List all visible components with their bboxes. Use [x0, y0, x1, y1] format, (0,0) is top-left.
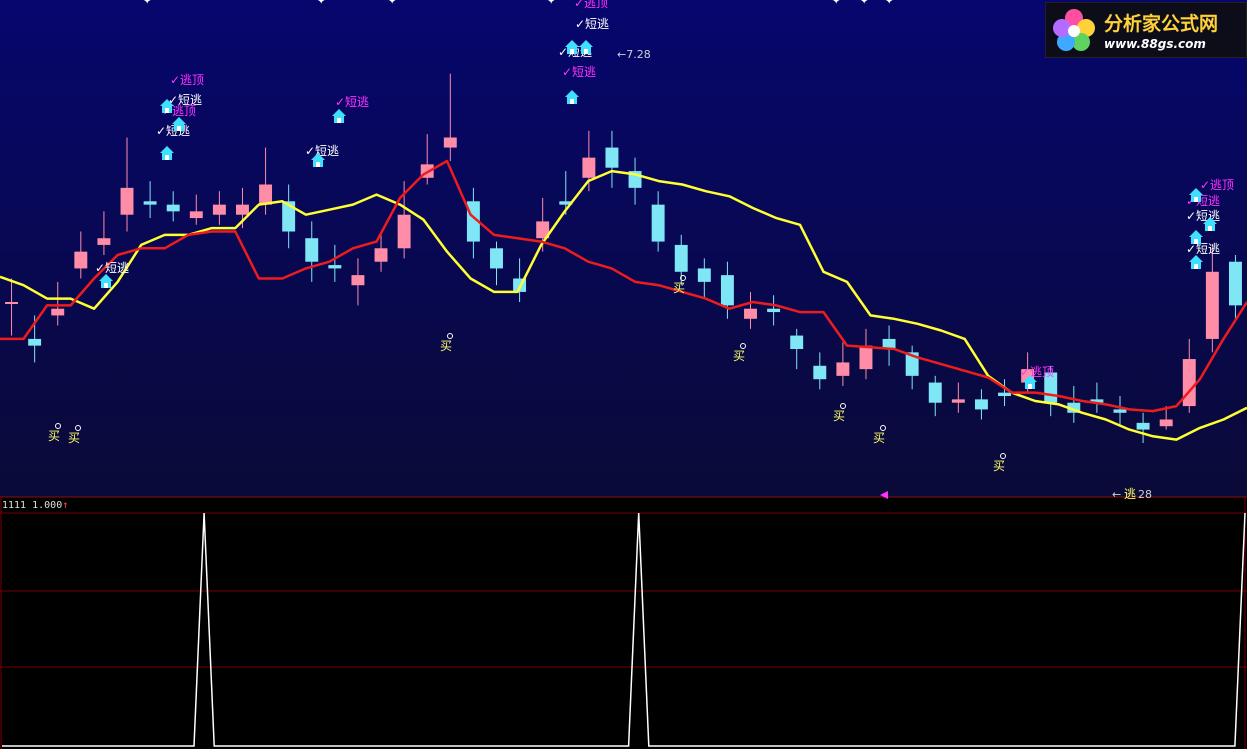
sub-panel-bg	[0, 497, 1247, 749]
candle-body	[443, 137, 457, 148]
short-escape-label: ✓短逃	[305, 144, 339, 158]
candle-body	[674, 244, 688, 272]
short-escape-label: ✓短逃	[335, 95, 369, 109]
short-escape-label: ✓短逃	[1186, 209, 1220, 223]
candle-body	[28, 338, 42, 346]
short-escape-label: ✓短逃	[95, 261, 129, 275]
buy-signal-label: 买	[673, 281, 685, 295]
buy-signal-label: 买	[833, 409, 845, 423]
top-star-icon: ✦	[143, 0, 151, 7]
candle-body	[651, 204, 665, 242]
house-door	[570, 99, 574, 104]
candle-body	[120, 187, 134, 215]
candle-body	[189, 211, 203, 219]
candle-body	[1159, 419, 1173, 427]
top-escape-label: ✓逃顶	[1200, 178, 1234, 192]
short-escape-label: ✓短逃	[562, 65, 596, 79]
candle-body	[582, 157, 596, 178]
site-logo[interactable]: 分析家公式网 www.88gs.com	[1045, 2, 1247, 58]
candle-body	[1113, 409, 1127, 413]
buy-signal-label: 买	[993, 459, 1005, 473]
candle-body	[328, 265, 342, 269]
candle-body	[951, 399, 965, 403]
house-door	[584, 49, 588, 54]
logo-url[interactable]: www.88gs.com	[1104, 37, 1206, 51]
candle-body	[605, 147, 619, 168]
chart-canvas[interactable]: 买买买买买买买买✓短逃✓短逃✓短逃✓短逃✓短逃✓短逃✓短逃✓短逃✓短逃✓短逃✓短…	[0, 0, 1247, 749]
buy-signal-label: 买	[48, 429, 60, 443]
candle-body	[236, 204, 249, 215]
candle-body	[97, 238, 111, 245]
candle-body	[974, 399, 988, 410]
candle-body	[767, 308, 781, 313]
candle-body	[813, 365, 827, 380]
house-door	[165, 108, 169, 113]
candle-body	[5, 302, 19, 304]
candle-body	[928, 382, 942, 403]
candle-body	[143, 201, 157, 205]
price-label-high: ←7.28	[617, 48, 651, 61]
candle-body	[351, 275, 365, 286]
candle-body	[259, 184, 273, 205]
house-door	[1208, 226, 1212, 231]
candle-body	[212, 204, 226, 215]
stock-chart-window: 买买买买买买买买✓短逃✓短逃✓短逃✓短逃✓短逃✓短逃✓短逃✓短逃✓短逃✓短逃✓短…	[0, 0, 1247, 749]
candle-body	[74, 251, 88, 269]
top-star-icon: ✦	[832, 0, 840, 7]
price-label-low: 28	[1138, 488, 1152, 501]
candle-body	[1205, 271, 1219, 339]
up-arrow-icon: ↑	[62, 500, 69, 511]
sub-indicator-header: 1111 1.000↑	[2, 500, 68, 511]
house-door	[1194, 264, 1198, 269]
top-star-icon: ✦	[885, 0, 893, 7]
candle-body	[836, 362, 850, 376]
buy-signal-label: 买	[440, 339, 452, 353]
candle-body	[697, 268, 711, 282]
candle-body	[790, 335, 804, 349]
house-door	[1194, 239, 1198, 244]
house-door	[316, 162, 320, 167]
candle-body	[1228, 261, 1242, 306]
top-star-icon: ✦	[317, 0, 325, 7]
candle-body	[305, 238, 319, 262]
candle-body	[397, 214, 411, 249]
candle-body	[859, 345, 873, 370]
logo-title: 分析家公式网	[1104, 13, 1219, 35]
candle-body	[166, 204, 180, 212]
short-escape-label: ✓短逃	[156, 124, 190, 138]
top-escape-label: ✓逃顶	[574, 0, 608, 10]
house-door	[570, 49, 574, 54]
top-star-icon: ✦	[388, 0, 396, 7]
house-door	[1194, 197, 1198, 202]
sub-indicator-value: 1.000	[32, 500, 63, 511]
candle-body	[1136, 422, 1150, 430]
buy-signal-label: 买	[68, 431, 80, 445]
flower-logo-icon	[1053, 9, 1095, 51]
sub-indicator-name: 1111	[2, 500, 27, 511]
candle-body	[51, 308, 65, 316]
buy-signal-label: 买	[733, 349, 745, 363]
candle-body	[374, 248, 388, 262]
candle-body	[490, 248, 503, 269]
house-door	[104, 283, 108, 288]
candle-body	[1182, 359, 1196, 407]
house-door	[177, 126, 181, 131]
candle-body	[998, 392, 1011, 396]
top-escape-label: ✓逃顶	[1020, 365, 1054, 379]
house-door	[1028, 384, 1032, 389]
short-escape-label: ✓短逃	[575, 17, 609, 31]
house-door	[165, 155, 169, 160]
short-escape-label: ✓短逃	[1186, 242, 1220, 256]
house-door	[337, 118, 341, 123]
price-arrow-low: ←	[1112, 488, 1121, 501]
top-star-icon: ✦	[860, 0, 868, 7]
top-star-icon: ✦	[547, 0, 555, 7]
bottom-escape-label: 逃	[1124, 487, 1136, 501]
top-escape-label: ✓逃顶	[170, 73, 204, 87]
candle-body	[720, 275, 734, 306]
buy-signal-label: 买	[873, 431, 885, 445]
candle-body	[744, 308, 757, 319]
